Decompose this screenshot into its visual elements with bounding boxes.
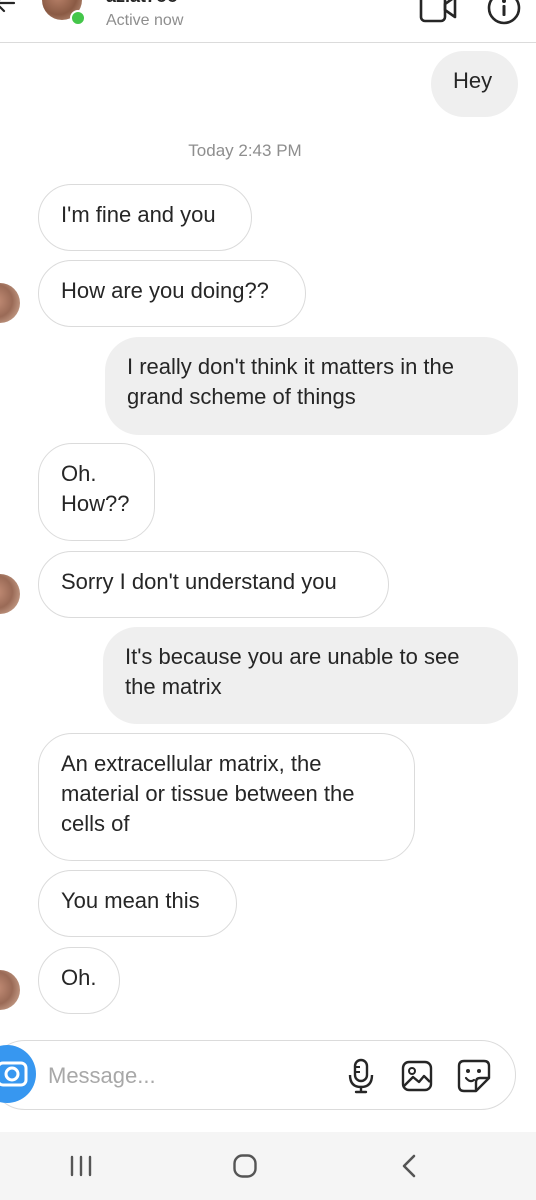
message-bubble-outgoing[interactable]: It's because you are unable to see the m… xyxy=(103,627,518,724)
message-input[interactable] xyxy=(48,1058,318,1094)
camera-icon xyxy=(0,1061,28,1087)
message-bubble-incoming[interactable]: An extracellular matrix, the material or… xyxy=(38,733,415,861)
message-bubble-incoming[interactable]: You mean this xyxy=(38,870,237,937)
sticker-icon[interactable] xyxy=(456,1058,492,1094)
message-bubble-incoming[interactable]: I'm fine and you xyxy=(38,184,252,251)
sender-avatar[interactable] xyxy=(0,283,20,323)
message-bubble-outgoing[interactable]: Hey xyxy=(431,51,518,117)
video-call-icon[interactable] xyxy=(418,0,458,24)
gallery-icon[interactable] xyxy=(400,1059,434,1093)
message-bubble-incoming[interactable]: Sorry I don't understand you xyxy=(38,551,389,618)
back-arrow-icon[interactable] xyxy=(0,0,16,14)
recent-apps-icon[interactable] xyxy=(68,1155,94,1177)
info-icon[interactable] xyxy=(486,0,522,26)
back-icon[interactable] xyxy=(398,1153,420,1179)
chat-username[interactable]: aziat7oo xyxy=(106,0,178,7)
active-status: Active now xyxy=(106,12,184,29)
online-status-dot xyxy=(70,10,86,26)
message-bubble-incoming[interactable]: Oh. xyxy=(38,947,120,1014)
home-icon[interactable] xyxy=(232,1153,258,1179)
message-bubble-incoming[interactable]: Oh. How?? xyxy=(38,443,155,541)
message-bubble-incoming[interactable]: How are you doing?? xyxy=(38,260,306,327)
message-bubble-outgoing[interactable]: I really don't think it matters in the g… xyxy=(105,337,518,435)
sender-avatar[interactable] xyxy=(0,970,20,1010)
microphone-icon[interactable] xyxy=(346,1058,376,1094)
chat-header: aziat7oo Active now xyxy=(0,0,536,43)
camera-button[interactable] xyxy=(0,1045,36,1103)
message-timestamp: Today 2:43 PM xyxy=(188,141,302,160)
sender-avatar[interactable] xyxy=(0,574,20,614)
